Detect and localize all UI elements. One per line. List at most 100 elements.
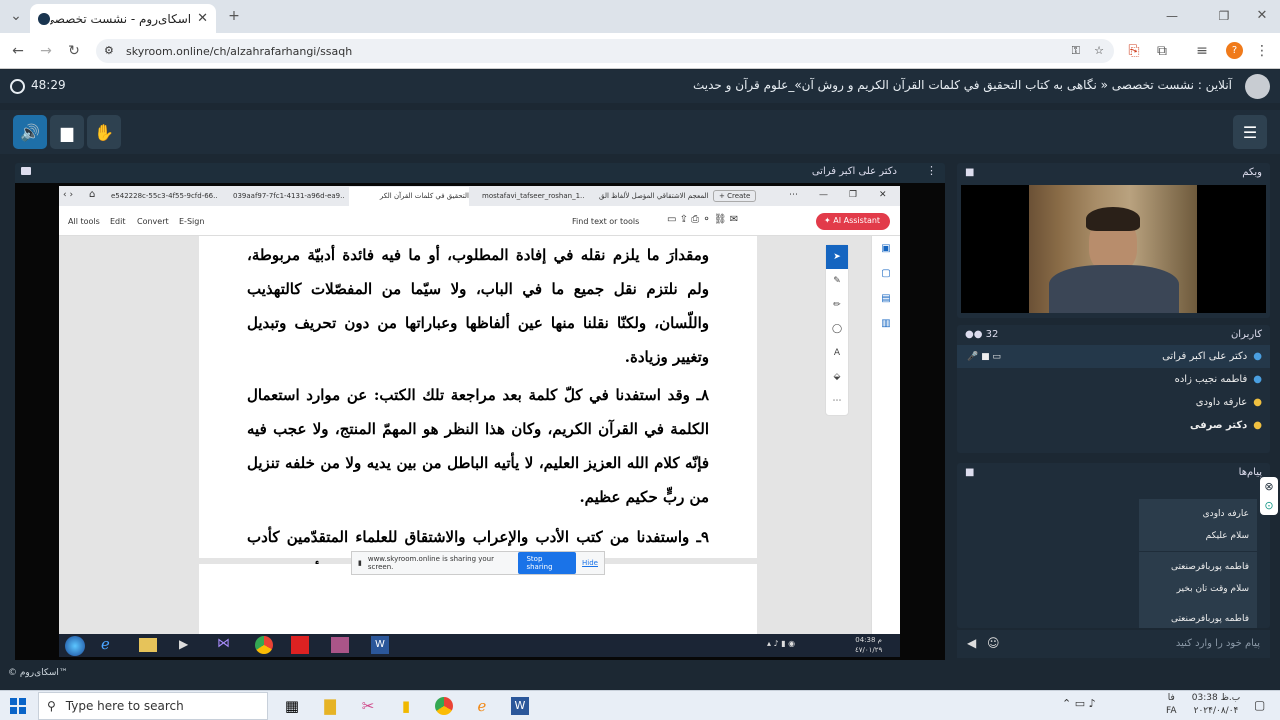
word-icon[interactable]: W: [506, 693, 534, 719]
snipping-icon[interactable]: ✂: [354, 693, 382, 719]
profile-avatar[interactable]: ?: [1226, 42, 1243, 59]
stamp-icon[interactable]: ⬙: [826, 365, 848, 389]
user-name: دکتر صرفی: [1189, 420, 1248, 431]
text-icon[interactable]: A: [826, 341, 848, 365]
speaker-button[interactable]: 🔊: [13, 115, 47, 149]
pdf-tab[interactable]: المعجم الاشتقاقي المؤصل لألفاظ الق: [599, 192, 709, 200]
user-icon: ●: [1253, 351, 1262, 362]
extensions-puzzle-icon[interactable]: ⧉: [1150, 39, 1174, 63]
refresh-circle-icon[interactable]: ⊙: [1260, 496, 1278, 515]
comment-icon[interactable]: ✎: [826, 269, 848, 293]
taskbar-search[interactable]: ⚲ Type here to search: [38, 692, 268, 720]
users-panel: کاربران ●● 32 ● دکتر علی اکبر فراتی ▭ ■ …: [957, 325, 1270, 453]
rail-bookmark-icon[interactable]: ▤: [872, 286, 900, 311]
side-widget[interactable]: ⊗ ⊙: [1260, 477, 1278, 515]
user-icon: ●: [1253, 420, 1262, 431]
rail-comment-icon[interactable]: ▣: [872, 236, 900, 261]
raise-hand-button[interactable]: ✋: [87, 115, 121, 149]
taskbar-clock[interactable]: 03:38 ب.ظ ۲۰۲۴/۰۸/۰۴: [1188, 692, 1244, 718]
tab-title: اسکای‌روم - نشست تخصصی: [49, 11, 192, 26]
menu-convert[interactable]: Convert: [137, 217, 169, 226]
forward-icon[interactable]: →: [34, 39, 58, 63]
chrome-icon[interactable]: [430, 693, 458, 719]
hand-icon: ✋: [94, 122, 114, 142]
pdf-tool-icons[interactable]: ▭ ⇪ ⎙ ⚬ ⛓ ✉: [667, 214, 738, 225]
inner-app-icon: [331, 637, 349, 653]
folder-button[interactable]: ▆: [50, 115, 84, 149]
select-cursor-icon[interactable]: ➤: [826, 245, 848, 269]
pdf-maximize-icon[interactable]: ❐: [849, 190, 857, 200]
inner-clock-date: ٤٧/٠١/٢٩: [855, 646, 883, 654]
panel-options-icon[interactable]: ⋮: [926, 164, 937, 177]
screen-share-icon: [21, 167, 31, 175]
pdf-nav-arrows-icon[interactable]: ‹ ›: [63, 190, 73, 200]
find-tools-input[interactable]: Find text or tools: [572, 217, 639, 226]
pdf-tab[interactable]: e542228c-55c3-4f55-9cfd-66..: [111, 192, 218, 200]
pdf-minimize-icon[interactable]: —: [819, 190, 828, 200]
minimize-icon[interactable]: —: [1160, 4, 1184, 28]
send-icon[interactable]: ◀: [967, 636, 976, 650]
user-name: عارفه داودی: [1195, 397, 1248, 408]
pdf-tab[interactable]: mostafavi_tafseer_roshan_1..: [482, 192, 584, 200]
pen-icon[interactable]: ✏: [826, 293, 848, 317]
taskbar-apps: ▦ ▇ ✂ ▮ ℯ W: [278, 693, 534, 719]
pdf-quick-tools[interactable]: ➤ ✎ ✏ ◯ A ⬙ ⋯: [825, 244, 849, 416]
edge-icon[interactable]: ℯ: [468, 693, 496, 719]
back-icon[interactable]: ←: [6, 39, 30, 63]
pdf-tab-active[interactable]: التحقيق في كلمات القرآن الكر: [349, 187, 469, 206]
address-bar[interactable]: ⚙ skyroom.online/ch/alzahrafarhangi/ssaq…: [96, 39, 1114, 63]
create-button[interactable]: + Create: [713, 190, 757, 202]
lasso-icon[interactable]: ◯: [826, 317, 848, 341]
inner-media-icon: ▶: [179, 637, 189, 651]
hide-button[interactable]: Hide: [582, 559, 598, 567]
user-row[interactable]: ● عارفه داودی: [957, 391, 1270, 414]
menu-edit[interactable]: Edit: [110, 217, 126, 226]
chat-input-bar: ◀ ☺ پیام خود را وارد کنید: [957, 630, 1270, 658]
pdf-home-icon[interactable]: ⌂: [89, 189, 95, 200]
chrome-menu-icon[interactable]: ⋮: [1250, 39, 1274, 63]
reload-icon[interactable]: ↻: [62, 39, 86, 63]
new-tab-icon[interactable]: +: [222, 4, 246, 28]
chat-message: فاطمه پوربافرصنعتی: [1139, 604, 1257, 628]
close-circle-icon[interactable]: ⊗: [1260, 477, 1278, 496]
pdf-tab[interactable]: 039aaf97-7fc1-4131-a96d-ea9..: [233, 192, 345, 200]
language-indicator[interactable]: فا FA: [1166, 692, 1177, 718]
sticky-notes-icon[interactable]: ▮: [392, 693, 420, 719]
menu-all-tools[interactable]: All tools: [68, 217, 100, 226]
browser-tab[interactable]: ✕ اسکای‌روم - نشست تخصصی: [30, 4, 216, 33]
tray-icons[interactable]: ⌃ ▭ ♪: [1062, 697, 1096, 710]
search-icon: ⚲: [47, 699, 56, 713]
rail-chat-icon[interactable]: ▢: [872, 261, 900, 286]
pdf-more-icon[interactable]: ⋯: [789, 190, 798, 200]
main-menu-button[interactable]: ☰: [1233, 115, 1267, 149]
file-explorer-icon[interactable]: ▇: [316, 693, 344, 719]
stop-sharing-button[interactable]: Stop sharing: [518, 552, 577, 574]
rail-pages-icon[interactable]: ▥: [872, 311, 900, 336]
user-row[interactable]: ● فاطمه نجیب زاده: [957, 368, 1270, 391]
user-row[interactable]: ● دکتر صرفی: [957, 414, 1270, 437]
user-avatar[interactable]: [1245, 74, 1270, 99]
menu-esign[interactable]: E-Sign: [179, 217, 204, 226]
chat-input[interactable]: پیام خود را وارد کنید: [1176, 638, 1260, 649]
room-toolbar: 🔊 ▆ ✋ ☰: [0, 110, 1280, 154]
inner-taskbar: ℯ ▶ ⋈ W ▴ ♪ ▮ ◉ 04:38 م ٤٧/٠١/٢٩: [59, 634, 900, 657]
extension-pdf-icon[interactable]: ⎘: [1122, 39, 1146, 63]
pdf-close-icon[interactable]: ✕: [879, 190, 887, 200]
tab-list-chevron-icon[interactable]: ⌄: [4, 4, 28, 28]
close-window-icon[interactable]: ✕: [1250, 4, 1274, 28]
more-tools-icon[interactable]: ⋯: [826, 389, 848, 413]
task-view-icon[interactable]: ▦: [278, 693, 306, 719]
user-row[interactable]: ● دکتر علی اکبر فراتی ▭ ■ 🎤: [957, 345, 1270, 368]
windows-start-icon[interactable]: [10, 698, 26, 714]
media-control-icon[interactable]: ≡: [1190, 39, 1214, 63]
room-title: آنلاین : نشست تخصصی « نگاهی به کتاب التح…: [693, 78, 1232, 92]
restore-icon[interactable]: ❐: [1212, 4, 1236, 28]
emoji-icon[interactable]: ☺: [987, 636, 1000, 650]
bookmark-star-icon[interactable]: ☆: [1094, 39, 1104, 63]
ai-assistant-button[interactable]: ✦ AI Assistant: [816, 213, 890, 230]
ai-assistant-label: AI Assistant: [833, 216, 881, 225]
password-key-icon[interactable]: ⚿: [1072, 39, 1080, 63]
site-settings-icon[interactable]: ⚙: [104, 39, 114, 63]
notifications-icon[interactable]: ▢: [1254, 698, 1265, 712]
tab-close-icon[interactable]: ✕: [197, 11, 208, 26]
